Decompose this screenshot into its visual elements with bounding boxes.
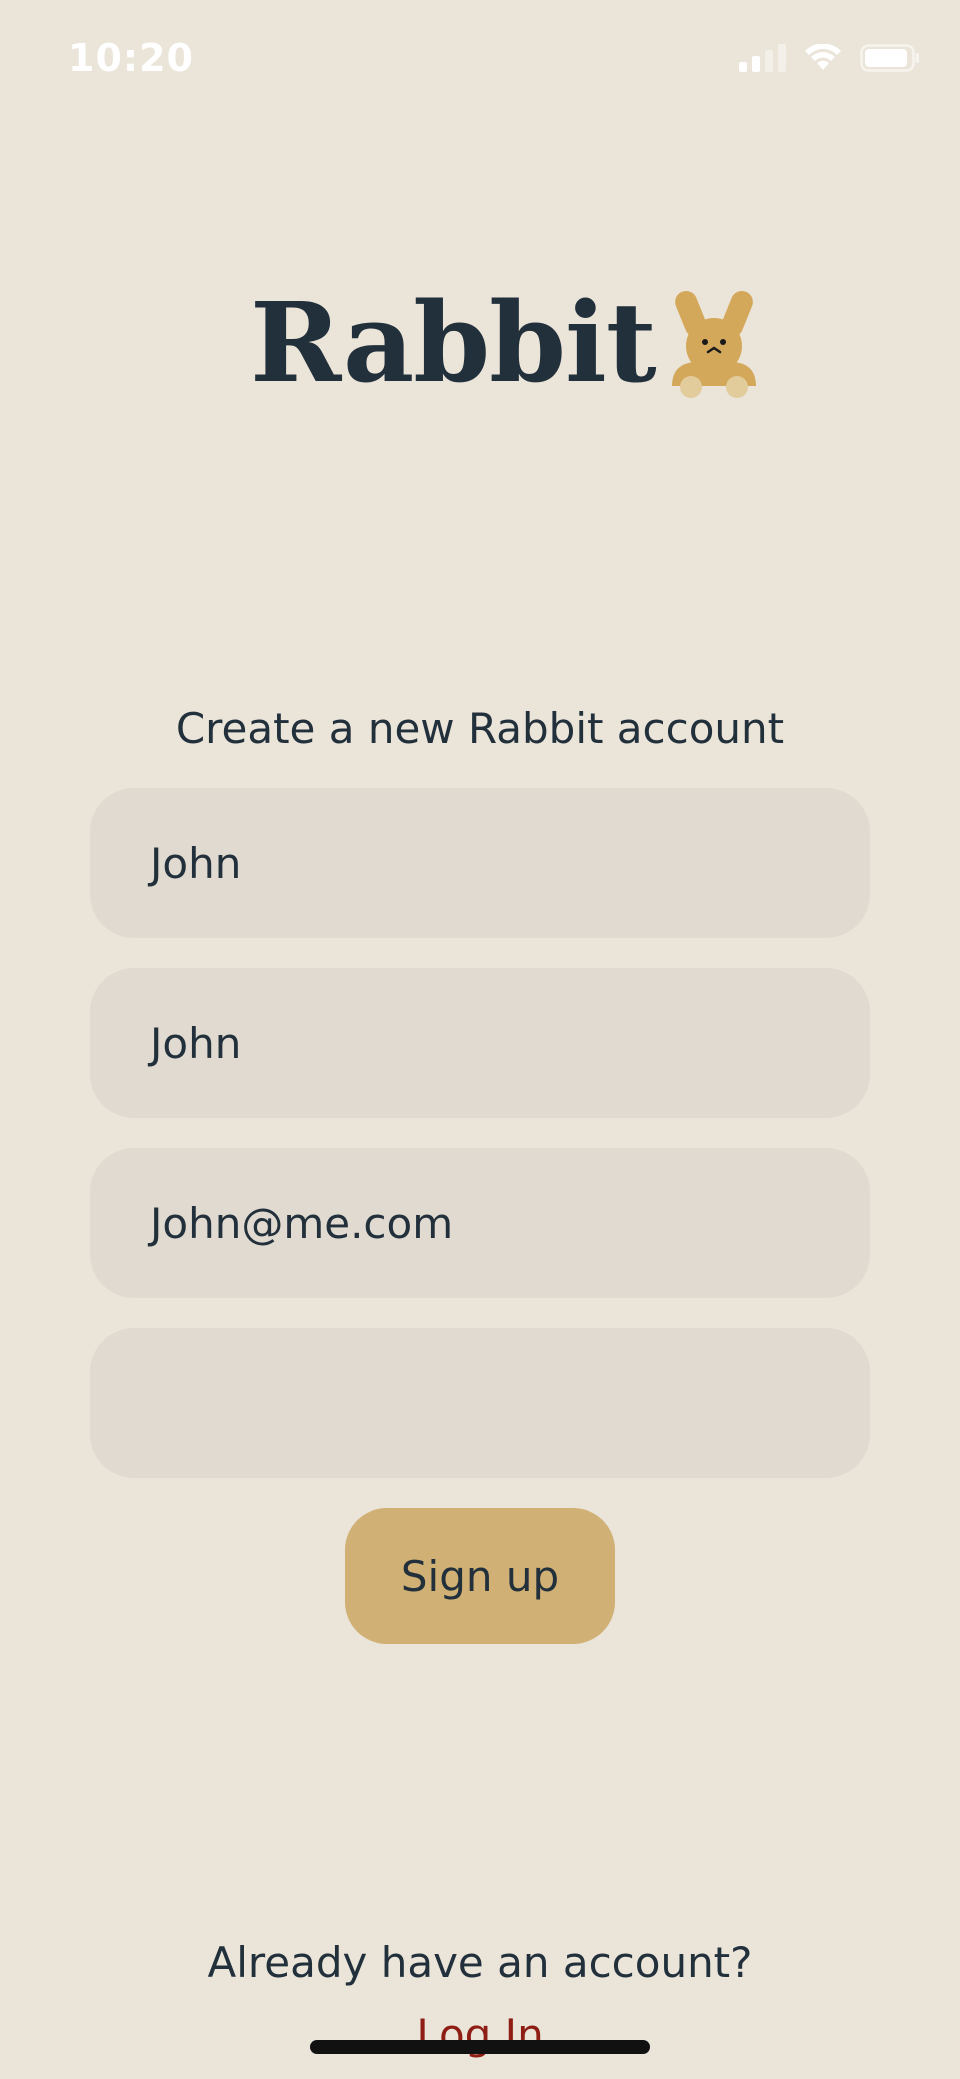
- last-name-field[interactable]: John: [90, 968, 870, 1118]
- app-logo: Rabbit: [250, 286, 762, 398]
- rabbit-mascot-icon: [666, 286, 762, 398]
- form-title: Create a new Rabbit account: [175, 704, 785, 753]
- battery-icon: [860, 44, 920, 72]
- wifi-icon: [804, 44, 842, 72]
- logo-text: Rabbit: [250, 278, 657, 407]
- already-have-account-text: Already have an account?: [207, 1938, 753, 1987]
- first-name-field[interactable]: John: [90, 788, 870, 938]
- password-field[interactable]: [90, 1328, 870, 1478]
- cellular-signal-icon: [739, 44, 786, 72]
- status-icons: [739, 44, 920, 72]
- signup-button[interactable]: Sign up: [345, 1508, 615, 1644]
- status-time: 10:20: [68, 36, 194, 80]
- home-indicator[interactable]: [310, 2040, 650, 2054]
- email-field[interactable]: John@me.com: [90, 1148, 870, 1298]
